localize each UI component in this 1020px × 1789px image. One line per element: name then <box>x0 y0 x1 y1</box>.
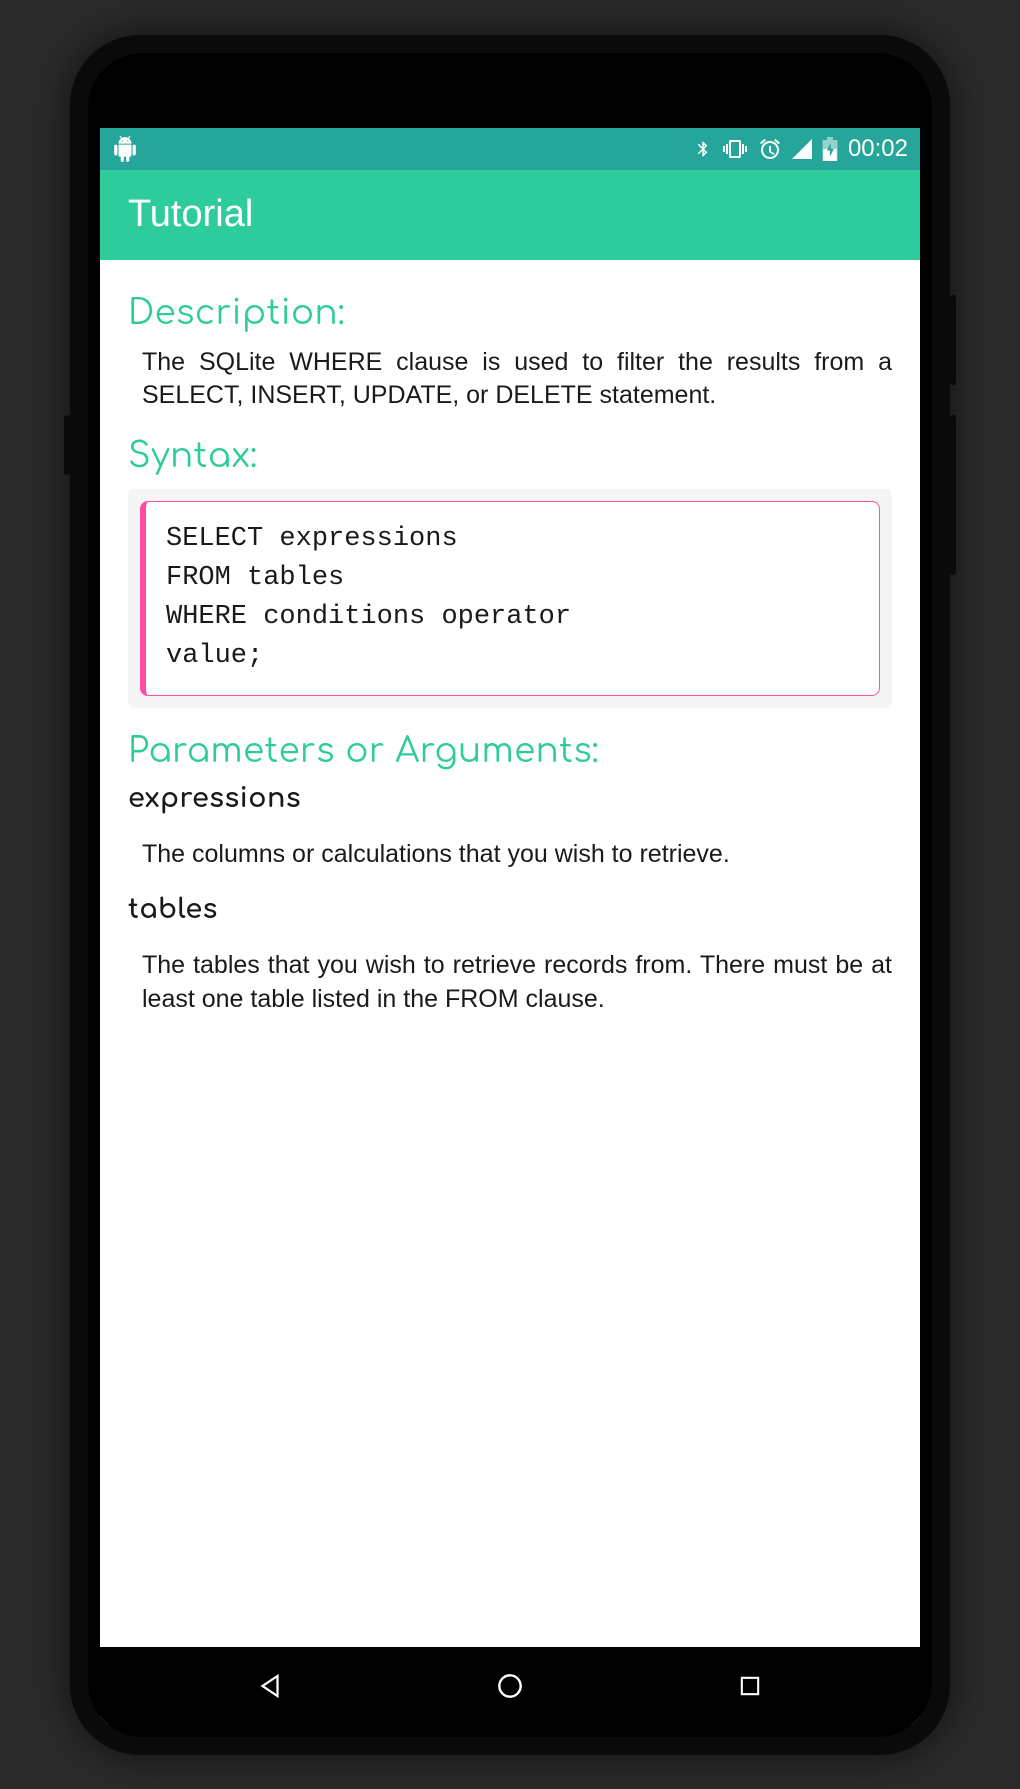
app-bar: Tutorial <box>100 170 920 260</box>
param-desc-tables: The tables that you wish to retrieve rec… <box>128 949 892 1017</box>
syntax-code: SELECT expressions FROM tables WHERE con… <box>140 501 880 696</box>
description-text: The SQLite WHERE clause is used to filte… <box>128 346 892 414</box>
status-time: 00:02 <box>848 135 908 163</box>
syntax-code-block: SELECT expressions FROM tables WHERE con… <box>128 489 892 708</box>
status-bar: 00:02 <box>100 128 920 170</box>
param-name-expressions: expressions <box>128 784 892 814</box>
param-desc-expressions: The columns or calculations that you wis… <box>128 838 892 872</box>
param-name-tables: tables <box>128 895 892 925</box>
app-title: Tutorial <box>128 193 253 236</box>
phone-power-button <box>950 295 956 385</box>
signal-icon <box>792 139 812 159</box>
alarm-icon <box>758 137 782 161</box>
bluetooth-icon <box>694 137 712 161</box>
syntax-heading: Syntax: <box>128 437 892 475</box>
battery-icon <box>822 137 838 161</box>
phone-volume-button <box>950 415 956 575</box>
phone-frame: 00:02 Tutorial Description: The SQLite W… <box>70 35 950 1755</box>
phone-side-button <box>64 415 70 475</box>
description-heading: Description: <box>128 294 892 332</box>
back-button[interactable] <box>250 1666 290 1706</box>
navigation-bar <box>100 1647 920 1725</box>
screen: 00:02 Tutorial Description: The SQLite W… <box>100 128 920 1725</box>
android-icon <box>112 136 138 162</box>
content-area[interactable]: Description: The SQLite WHERE clause is … <box>100 260 920 1647</box>
recents-button[interactable] <box>730 1666 770 1706</box>
vibrate-icon <box>722 137 748 161</box>
parameters-heading: Parameters or Arguments: <box>128 732 892 770</box>
home-button[interactable] <box>490 1666 530 1706</box>
